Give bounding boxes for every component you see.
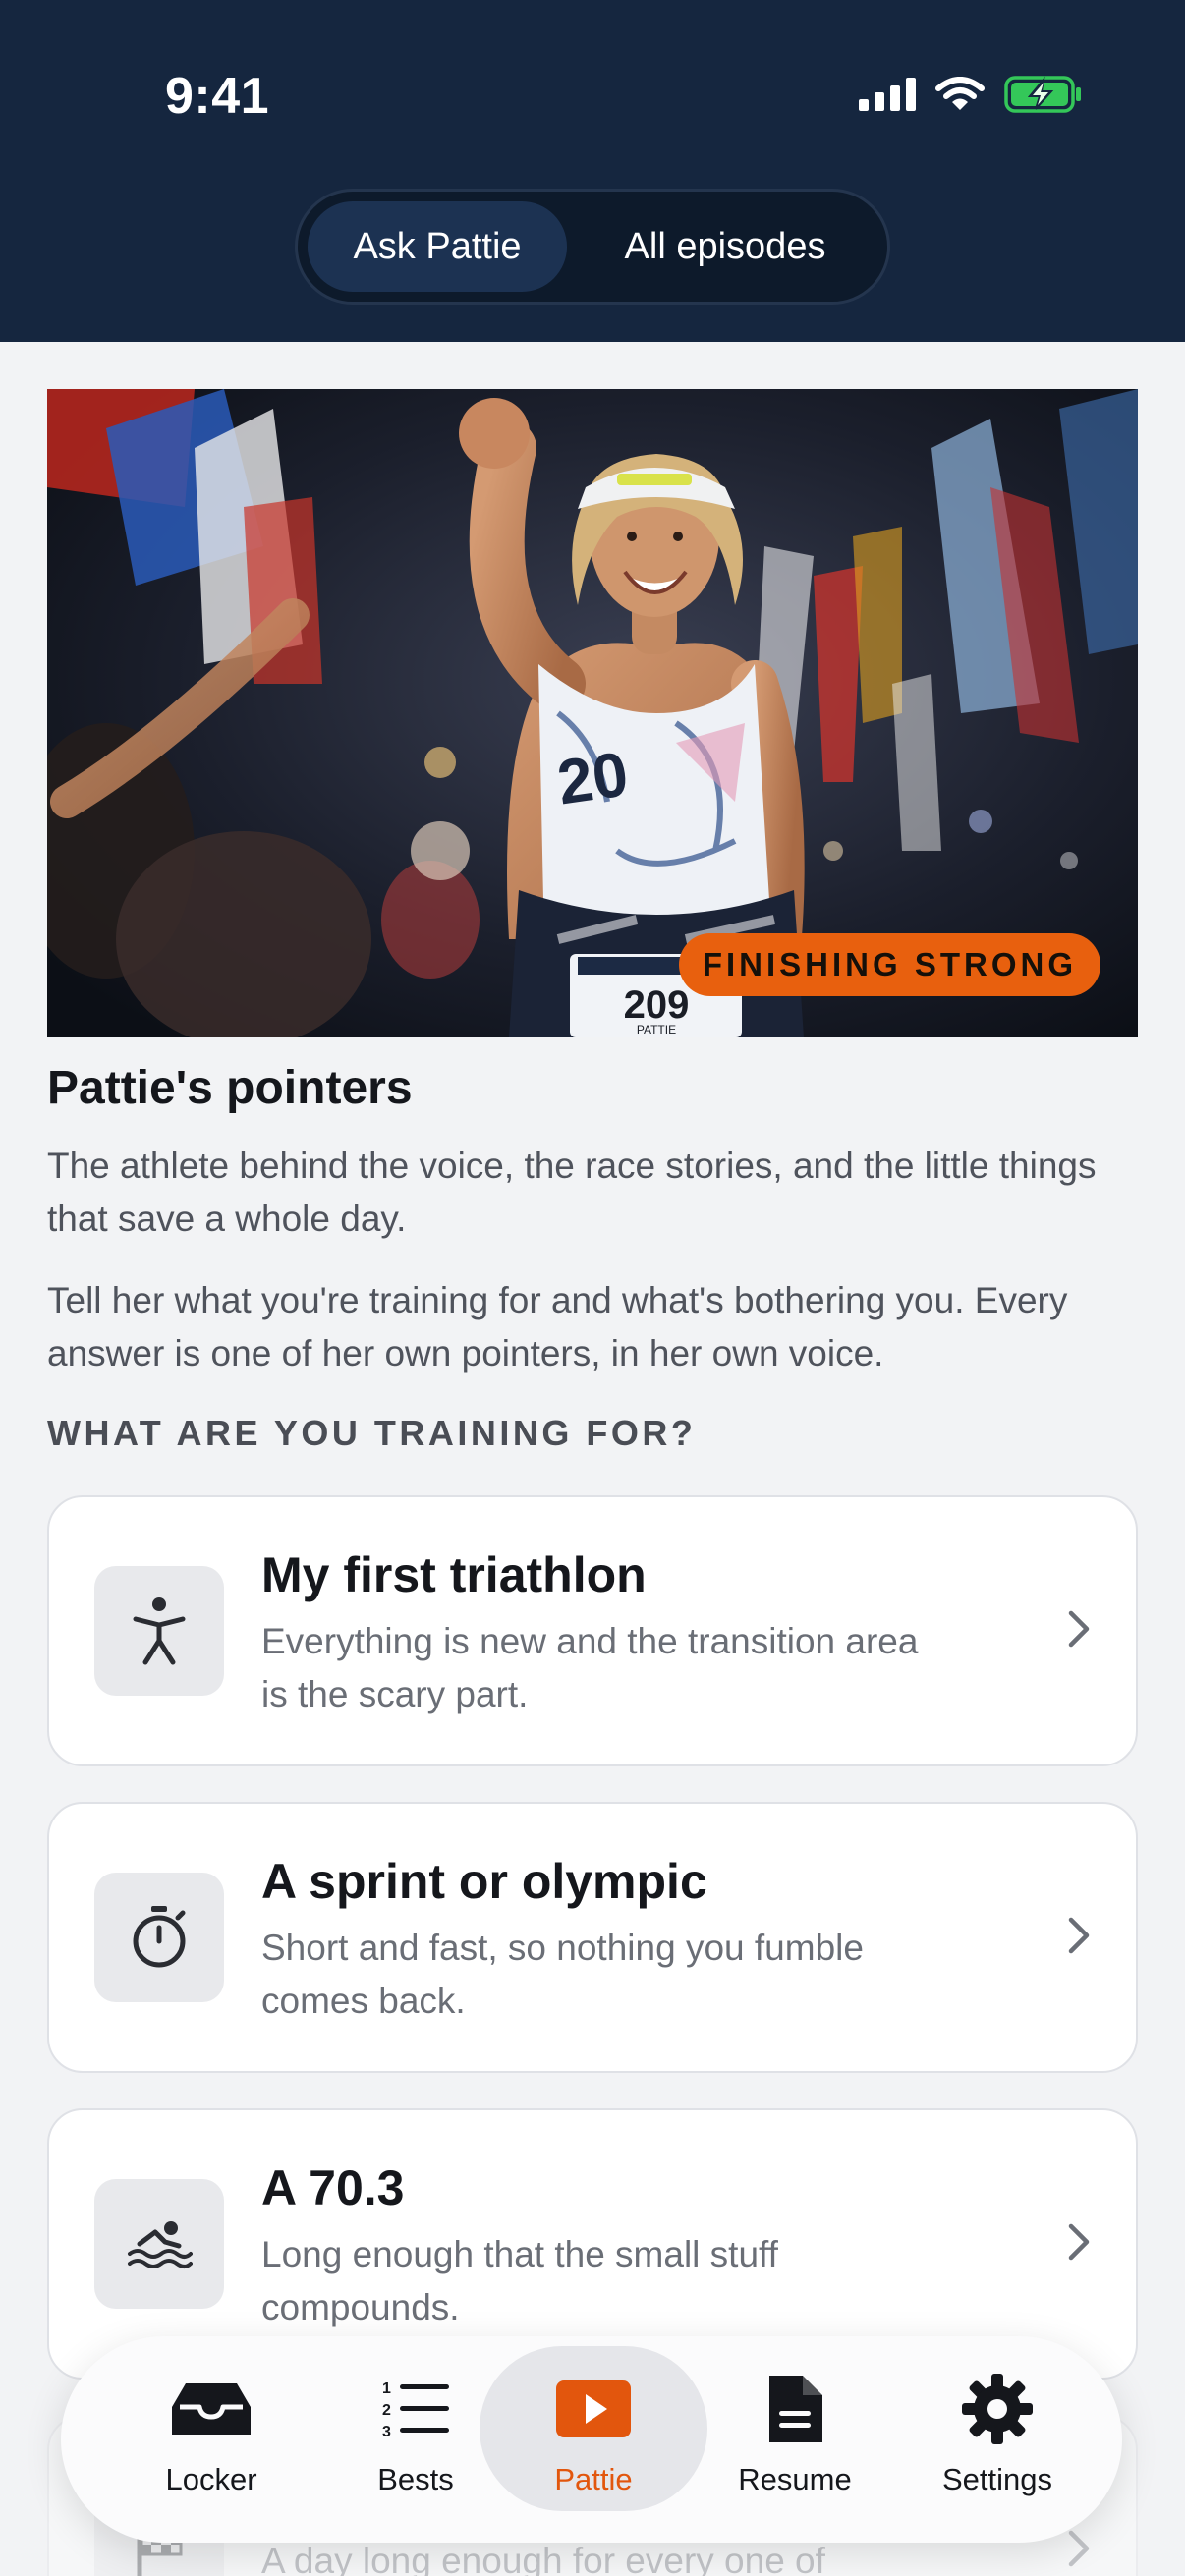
card-title: A 70.3 <box>261 2160 405 2215</box>
section-heading: WHAT ARE YOU TRAINING FOR? <box>47 1413 697 1453</box>
segmented-control: Ask Pattie All episodes <box>295 189 890 305</box>
segment-ask-pattie[interactable]: Ask Pattie <box>308 201 567 292</box>
card-subtitle: Long enough that the small stuff compoun… <box>261 2234 778 2327</box>
option-card-sprint-olympic[interactable]: A sprint or olympic Short and fast, so n… <box>47 1802 1138 2073</box>
tab-pattie[interactable]: Pattie <box>492 2336 695 2543</box>
play-icon <box>554 2368 633 2450</box>
svg-text:209: 209 <box>624 983 690 1027</box>
tab-label: Locker <box>165 2462 257 2496</box>
tab-bar: Locker 1 2 3 Bests Pattie Resume Setting… <box>61 2336 1122 2543</box>
tab-bests[interactable]: 1 2 3 Bests <box>314 2336 517 2543</box>
svg-text:20: 20 <box>553 738 633 817</box>
svg-text:1: 1 <box>382 2380 391 2397</box>
tab-label: Settings <box>941 2462 1052 2496</box>
app-header: 9:41 Ask Pattie All episodes <box>0 0 1185 342</box>
card-title: A sprint or olympic <box>261 1854 707 1909</box>
svg-text:3: 3 <box>382 2424 391 2440</box>
chevron-right-icon <box>1068 1917 1090 1954</box>
status-icons <box>859 73 1083 116</box>
chevron-right-icon <box>1068 2223 1090 2261</box>
numbered-list-icon: 1 2 3 <box>380 2368 451 2450</box>
card-subtitle: Short and fast, so nothing you fumble co… <box>261 1928 864 2021</box>
option-card-first-triathlon[interactable]: My first triathlon Everything is new and… <box>47 1495 1138 1766</box>
status-time: 9:41 <box>165 68 270 125</box>
tab-resume[interactable]: Resume <box>694 2336 896 2543</box>
instructions-paragraph: Tell her what you're training for and wh… <box>47 1280 1068 1373</box>
hero-image[interactable]: 20 209 PATTIE FINISHING STRONG <box>47 389 1138 1037</box>
person-icon <box>94 1566 224 1696</box>
tab-settings[interactable]: Settings <box>896 2336 1099 2543</box>
tab-label: Bests <box>377 2462 454 2496</box>
tab-locker[interactable]: Locker <box>110 2336 312 2543</box>
svg-text:2: 2 <box>382 2402 391 2419</box>
chevron-right-icon <box>1068 1610 1090 1648</box>
tab-label: Resume <box>738 2462 852 2496</box>
tray-icon <box>170 2368 253 2450</box>
battery-charging-icon <box>1004 76 1081 113</box>
swimmer-icon <box>94 2179 224 2309</box>
document-icon <box>765 2368 824 2450</box>
segment-all-episodes[interactable]: All episodes <box>575 201 875 292</box>
intro-paragraph: The athlete behind the voice, the race s… <box>47 1146 1097 1239</box>
stopwatch-icon <box>94 1873 224 2002</box>
hero-badge: FINISHING STRONG <box>678 933 1100 996</box>
card-subtitle: Everything is new and the transition are… <box>261 1621 919 1714</box>
tab-label: Pattie <box>554 2462 633 2496</box>
gear-icon <box>960 2368 1035 2450</box>
page-title: Pattie's pointers <box>47 1062 413 1114</box>
card-title: My first triathlon <box>261 1547 647 1602</box>
signal-icon <box>859 78 916 111</box>
wifi-icon <box>935 77 985 110</box>
svg-text:PATTIE: PATTIE <box>637 1023 676 1036</box>
